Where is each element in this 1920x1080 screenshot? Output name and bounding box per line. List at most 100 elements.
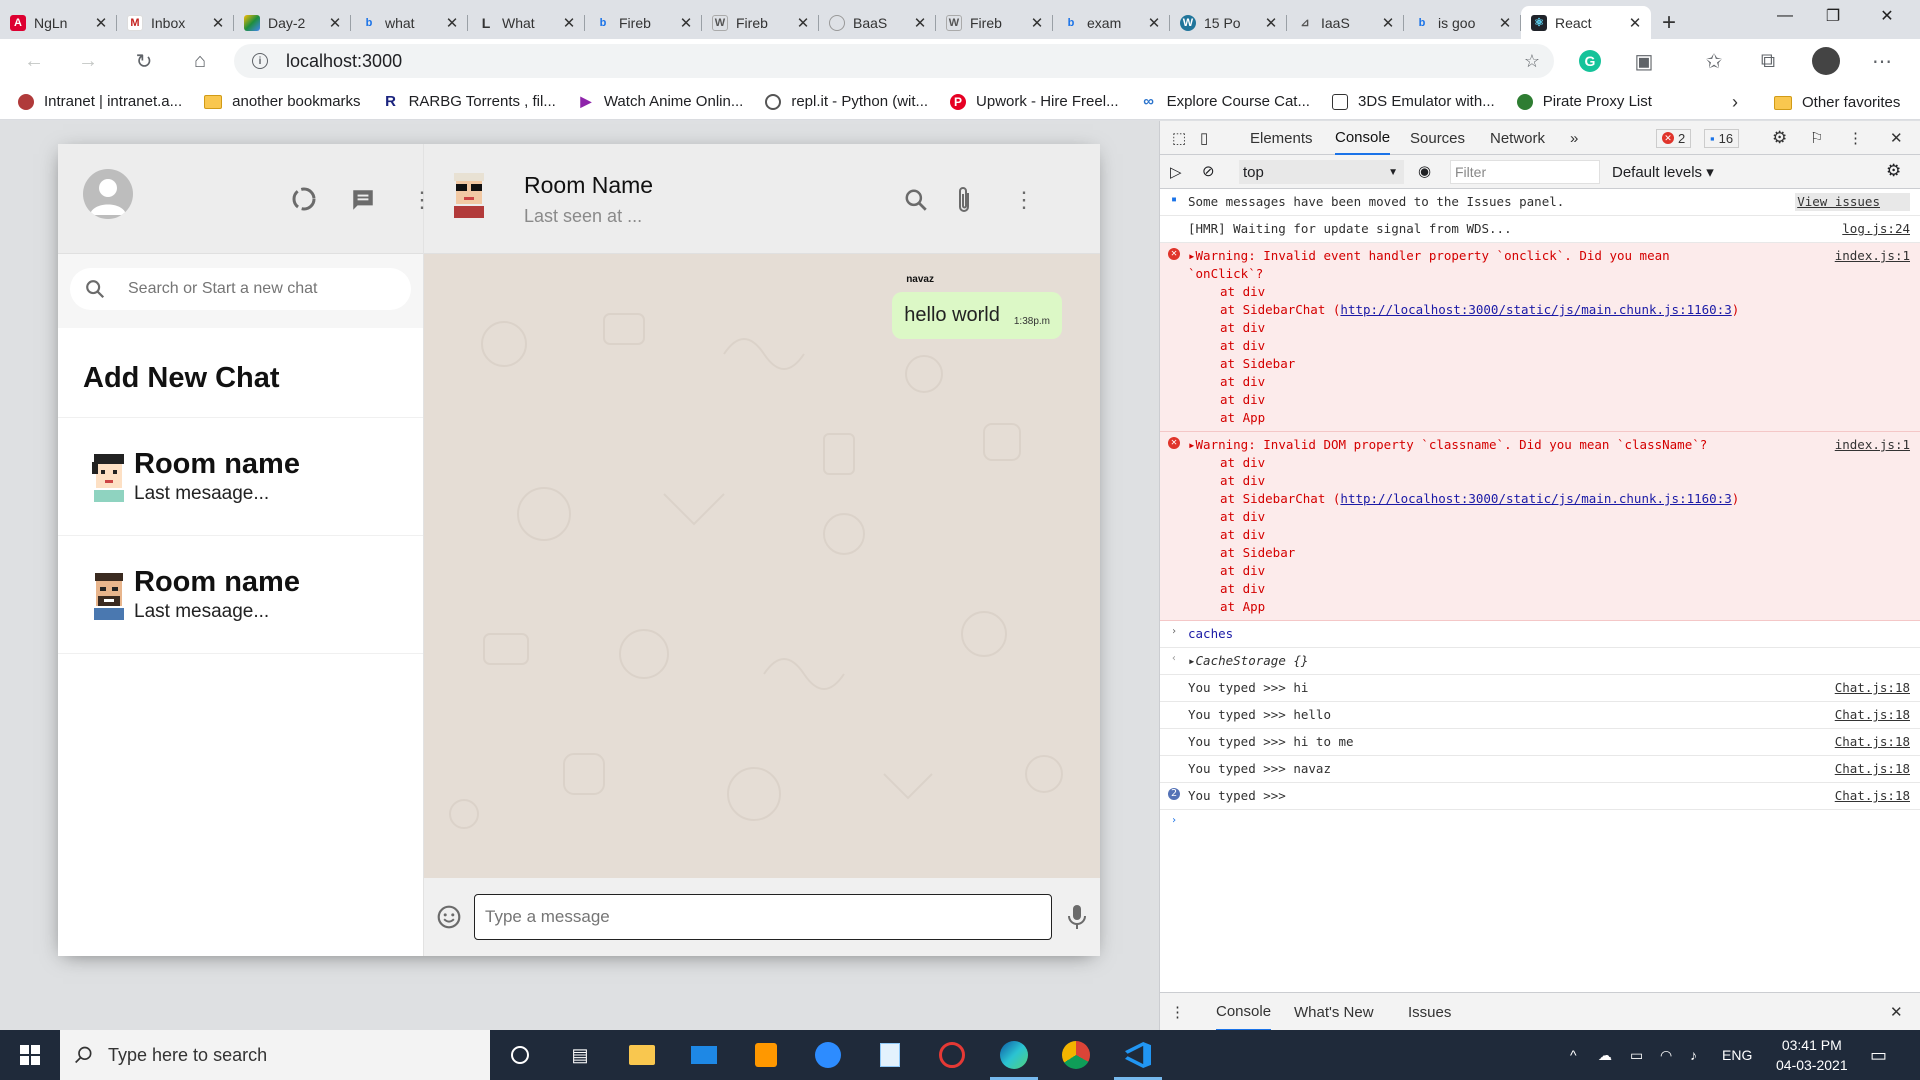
language-indicator[interactable]: ENG — [1722, 1030, 1752, 1080]
task-view-icon[interactable]: ▤ — [550, 1030, 610, 1080]
edge-browser-icon[interactable] — [984, 1030, 1044, 1080]
browser-tab[interactable]: b Fireb ✕ — [585, 6, 702, 39]
reload-icon[interactable]: ↻ — [128, 45, 160, 77]
home-icon[interactable]: ⌂ — [184, 45, 216, 77]
bookmark-item[interactable]: R RARBG Torrents , fil... — [383, 93, 556, 110]
bookmarks-overflow-chevron-icon[interactable]: › — [1732, 92, 1738, 113]
other-favorites-folder[interactable]: Other favorites — [1774, 94, 1900, 111]
source-link[interactable]: Chat.js:18 — [1835, 733, 1910, 751]
browser-tab[interactable]: BaaS ✕ — [819, 6, 936, 39]
feedback-icon[interactable]: ⚐ — [1810, 121, 1823, 155]
bookmark-folder[interactable]: another bookmarks — [204, 93, 361, 110]
device-toolbar-icon[interactable]: ▯ — [1200, 121, 1208, 155]
close-tab-icon[interactable]: ✕ — [795, 14, 811, 32]
notepad-icon[interactable] — [860, 1030, 920, 1080]
close-tab-icon[interactable]: ✕ — [912, 14, 928, 32]
browser-tab[interactable]: b is goo ✕ — [1404, 6, 1521, 39]
error-count-badge[interactable]: ✕ 2 — [1656, 121, 1692, 155]
browser-tab[interactable]: L What ✕ — [468, 6, 585, 39]
mail-icon[interactable] — [674, 1030, 734, 1080]
tab-console[interactable]: Console — [1335, 121, 1391, 155]
zoom-icon[interactable] — [798, 1030, 858, 1080]
collections-icon[interactable]: ⧉ — [1752, 45, 1784, 77]
browser-tab[interactable]: W Fireb ✕ — [702, 6, 819, 39]
settings-gear-icon[interactable]: ⚙ — [1772, 121, 1787, 155]
stack-link[interactable]: http://localhost:3000/static/js/main.chu… — [1340, 302, 1731, 317]
browser-tab[interactable]: Day-2 ✕ — [234, 6, 351, 39]
windows-start-icon[interactable] — [0, 1030, 60, 1080]
close-tab-icon[interactable]: ✕ — [1627, 14, 1643, 32]
tab-sources[interactable]: Sources — [1410, 121, 1465, 155]
inspect-element-icon[interactable]: ⬚ — [1172, 121, 1186, 155]
source-link[interactable]: Chat.js:18 — [1835, 679, 1910, 697]
close-tab-icon[interactable]: ✕ — [561, 14, 577, 32]
close-tab-icon[interactable]: ✕ — [327, 14, 343, 32]
close-tab-icon[interactable]: ✕ — [444, 14, 460, 32]
browser-tab[interactable]: b what ✕ — [351, 6, 468, 39]
drawer-menu-icon[interactable]: ⋮ — [1170, 993, 1185, 1031]
source-link[interactable]: Chat.js:18 — [1835, 706, 1910, 724]
browser-tab[interactable]: b exam ✕ — [1053, 6, 1170, 39]
search-input[interactable] — [128, 280, 348, 298]
bookmark-item[interactable]: ∞ Explore Course Cat... — [1141, 93, 1310, 110]
close-tab-icon[interactable]: ✕ — [1146, 14, 1162, 32]
bookmark-item[interactable]: ▶ Watch Anime Onlin... — [578, 93, 743, 110]
stack-link[interactable]: http://localhost:3000/static/js/main.chu… — [1340, 491, 1731, 506]
profile-avatar[interactable] — [1810, 45, 1842, 77]
grammarly-icon[interactable]: G — [1574, 45, 1606, 77]
eye-icon[interactable]: ◉ — [1418, 162, 1431, 180]
drawer-tab-console[interactable]: Console — [1216, 993, 1272, 1031]
add-new-chat-button[interactable]: Add New Chat — [58, 328, 423, 418]
source-link[interactable]: index.js:1 — [1835, 436, 1910, 454]
close-tab-icon[interactable]: ✕ — [93, 14, 109, 32]
add-favorite-star-icon[interactable]: ☆ — [1524, 51, 1540, 72]
browser-tab[interactable]: W 15 Po ✕ — [1170, 6, 1287, 39]
view-issues-link[interactable]: View issues — [1795, 193, 1910, 211]
error-header[interactable]: ▸Warning: Invalid DOM property `classnam… — [1188, 436, 1920, 454]
source-link[interactable]: Chat.js:18 — [1835, 760, 1910, 778]
close-tab-icon[interactable]: ✕ — [210, 14, 226, 32]
user-avatar[interactable] — [83, 169, 133, 219]
error-header[interactable]: ▸Warning: Invalid event handler property… — [1188, 247, 1920, 283]
sublime-text-icon[interactable] — [736, 1030, 796, 1080]
address-bar[interactable]: i localhost:3000 ☆ — [234, 44, 1554, 78]
more-tabs-icon[interactable]: » — [1570, 121, 1578, 155]
new-chat-icon[interactable] — [347, 184, 379, 216]
notifications-icon[interactable]: ▭ — [1870, 1030, 1887, 1080]
more-menu-icon[interactable]: ⋯ — [1866, 45, 1898, 77]
back-arrow-icon[interactable]: ← — [18, 45, 50, 77]
wifi-icon[interactable]: ◠ — [1660, 1030, 1672, 1080]
sidebar-toggle-icon[interactable]: ▷ — [1170, 163, 1182, 181]
source-link[interactable]: log.js:24 — [1842, 220, 1910, 238]
close-tab-icon[interactable]: ✕ — [1263, 14, 1279, 32]
system-clock[interactable]: 03:41 PM 04-03-2021 — [1776, 1030, 1848, 1080]
close-tab-icon[interactable]: ✕ — [1380, 14, 1396, 32]
favorites-icon[interactable]: ✩ — [1698, 45, 1730, 77]
sidebar-chat-item[interactable]: Room name Last mesaage... — [58, 418, 423, 536]
bookmark-item[interactable]: 3DS Emulator with... — [1331, 93, 1495, 110]
drawer-tab-issues[interactable]: Issues — [1408, 993, 1451, 1031]
close-devtools-icon[interactable]: ✕ — [1890, 121, 1903, 155]
emoji-icon[interactable] — [436, 904, 462, 930]
console-prompt[interactable]: › — [1160, 810, 1920, 826]
log-levels-dropdown[interactable]: Default levels ▾ — [1612, 163, 1714, 181]
sidebar-chat-item[interactable]: Room name Last mesaage... — [58, 536, 423, 654]
console-settings-gear-icon[interactable]: ⚙ — [1886, 161, 1901, 181]
browser-tab[interactable]: M Inbox ✕ — [117, 6, 234, 39]
bookmark-item[interactable]: repl.it - Python (wit... — [765, 93, 928, 110]
network-status-icon[interactable]: ☁ — [1598, 1030, 1612, 1080]
console-filter-input[interactable]: Filter — [1450, 160, 1600, 184]
browser-tab-active[interactable]: ⚛ React ✕ — [1521, 6, 1651, 39]
bookmark-item[interactable]: Intranet | intranet.a... — [18, 93, 182, 110]
close-tab-icon[interactable]: ✕ — [1029, 14, 1045, 32]
battery-icon[interactable]: ▭ — [1630, 1030, 1643, 1080]
tab-elements[interactable]: Elements — [1250, 121, 1313, 155]
bookmark-item[interactable]: P Upwork - Hire Freel... — [950, 93, 1119, 110]
browser-tab[interactable]: A NgLn ✕ — [0, 6, 117, 39]
restore-window-button[interactable]: ❐ — [1810, 0, 1856, 32]
forward-arrow-icon[interactable]: → — [72, 45, 104, 77]
browser-tab[interactable]: W Fireb ✕ — [936, 6, 1053, 39]
browser-tab[interactable]: ⊿ IaaS ✕ — [1287, 6, 1404, 39]
source-link[interactable]: index.js:1 — [1835, 247, 1910, 265]
expand-triangle-icon[interactable]: ▸ — [1188, 653, 1196, 668]
